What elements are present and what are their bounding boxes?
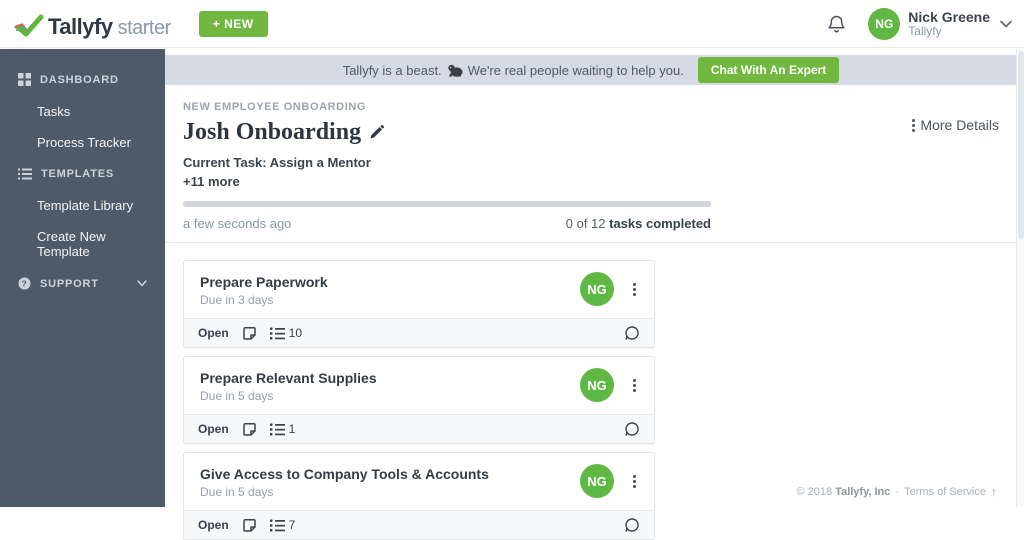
banner-text-before: Tallyfy is a beast. (342, 62, 442, 78)
task-card: Prepare Paperwork Due in 3 days NG Open … (183, 260, 655, 348)
note-icon[interactable] (242, 422, 257, 437)
note-icon[interactable] (242, 518, 257, 533)
task-card-body[interactable]: Give Access to Company Tools & Accounts … (184, 453, 654, 510)
logo-text: Tallyfy (48, 13, 113, 39)
chevron-down-icon (137, 280, 147, 287)
breadcrumb[interactable]: NEW EMPLOYEE ONBOARDING (183, 101, 999, 113)
list-icon (18, 168, 32, 180)
kebab-menu-icon[interactable] (629, 471, 640, 492)
sidebar: DASHBOARD Tasks Process Tracker TEMPLATE… (0, 49, 165, 507)
kebab-menu-icon[interactable] (629, 375, 640, 396)
sidebar-item-dashboard[interactable]: DASHBOARD (0, 63, 165, 96)
comment-icon[interactable] (624, 325, 640, 341)
sidebar-item-templates[interactable]: TEMPLATES (0, 158, 165, 190)
tallyfy-logo[interactable]: Tallyfy starter (14, 8, 171, 40)
back-to-top-icon[interactable]: ↑ (991, 485, 997, 499)
comment-icon[interactable] (624, 421, 640, 437)
terms-of-service-link[interactable]: Terms of Service (904, 486, 986, 498)
sidebar-item-label: TEMPLATES (41, 168, 114, 180)
last-updated: a few seconds ago (183, 216, 292, 231)
edit-pencil-icon[interactable] (369, 125, 385, 140)
banner-text-after: We're real people waiting to help you. (467, 62, 684, 78)
more-tasks-link[interactable]: +11 more (183, 174, 999, 189)
support-banner: Tallyfy is a beast. We're real people wa… (165, 55, 1017, 85)
task-title: Give Access to Company Tools & Accounts (200, 466, 489, 482)
divider (165, 242, 1017, 243)
chevron-down-icon[interactable] (1000, 20, 1012, 28)
main-content: Tallyfy is a beast. We're real people wa… (165, 49, 1017, 540)
progress-bar (183, 201, 711, 207)
task-card-footer: Open 10 (184, 318, 654, 347)
sidebar-item-label: SUPPORT (40, 277, 99, 290)
kebab-menu-icon[interactable] (629, 279, 640, 300)
current-task-label: Current Task: Assign a Mentor (183, 155, 371, 170)
checklist-count: 1 (288, 422, 296, 436)
copyright-text: © 2018 Tallyfy, Inc (796, 486, 891, 498)
task-due-date: Due in 3 days (200, 293, 274, 307)
new-button[interactable]: + NEW (198, 10, 268, 37)
assignee-avatar[interactable]: NG (580, 368, 614, 402)
scrollbar-track[interactable] (1016, 49, 1024, 507)
task-card-body[interactable]: Prepare Paperwork Due in 3 days NG (184, 261, 654, 318)
status-badge[interactable]: Open (198, 518, 229, 532)
chat-with-expert-button[interactable]: Chat With An Expert (697, 57, 840, 83)
comment-icon[interactable] (624, 517, 640, 533)
task-card: Prepare Relevant Supplies Due in 5 days … (183, 356, 655, 444)
task-title: Prepare Relevant Supplies (200, 370, 377, 386)
page-footer: © 2018 Tallyfy, Inc · Terms of Service ↑ (796, 485, 997, 499)
status-badge[interactable]: Open (198, 326, 229, 340)
checklist-icon[interactable] (269, 327, 285, 340)
sidebar-item-tasks[interactable]: Tasks (0, 96, 165, 127)
task-card-footer: Open 7 (184, 510, 654, 539)
sidebar-item-process-tracker[interactable]: Process Tracker (0, 127, 165, 158)
user-name: Nick Greene (908, 8, 990, 25)
status-badge[interactable]: Open (198, 422, 229, 436)
task-title: Prepare Paperwork (200, 274, 328, 290)
footer-separator: · (895, 486, 900, 498)
note-icon[interactable] (242, 326, 257, 341)
tasks-completed-counter: 0 of 12 tasks completed (565, 216, 711, 231)
checklist-count: 10 (288, 326, 303, 340)
kebab-menu-icon (912, 118, 916, 132)
svg-text:?: ? (22, 279, 28, 289)
task-card: Give Access to Company Tools & Accounts … (183, 452, 655, 540)
assignee-avatar[interactable]: NG (580, 272, 614, 306)
checklist-icon[interactable] (269, 423, 285, 436)
topbar: Tallyfy starter + NEW NG Nick Greene Tal… (0, 0, 1024, 48)
user-avatar[interactable]: NG (868, 7, 901, 40)
checklist-count: 7 (288, 518, 296, 532)
question-icon: ? (18, 277, 31, 290)
user-org: Tallyfy (908, 23, 942, 38)
task-due-date: Due in 5 days (200, 485, 274, 499)
sidebar-item-label: DASHBOARD (40, 73, 119, 86)
scrollbar-thumb[interactable] (1018, 51, 1024, 239)
sidebar-item-create-new-template[interactable]: Create New Template (0, 221, 165, 267)
sidebar-item-template-library[interactable]: Template Library (0, 190, 165, 221)
notifications-bell-icon[interactable] (827, 14, 846, 34)
grid-icon (18, 73, 31, 86)
tallyfy-check-icon (14, 8, 48, 39)
sidebar-item-support[interactable]: ? SUPPORT (0, 267, 165, 300)
more-details-label: More Details (920, 117, 999, 133)
logo-plan-label: starter (117, 16, 172, 39)
assignee-avatar[interactable]: NG (580, 464, 614, 498)
page-title: Josh Onboarding (183, 119, 362, 145)
gorilla-icon (447, 63, 463, 82)
checklist-icon[interactable] (269, 519, 285, 532)
more-details-button[interactable]: More Details (912, 117, 999, 133)
user-menu[interactable]: Nick Greene Tallyfy (908, 9, 990, 39)
task-card-body[interactable]: Prepare Relevant Supplies Due in 5 days … (184, 357, 654, 414)
task-card-footer: Open 1 (184, 414, 654, 443)
task-due-date: Due in 5 days (200, 389, 274, 403)
